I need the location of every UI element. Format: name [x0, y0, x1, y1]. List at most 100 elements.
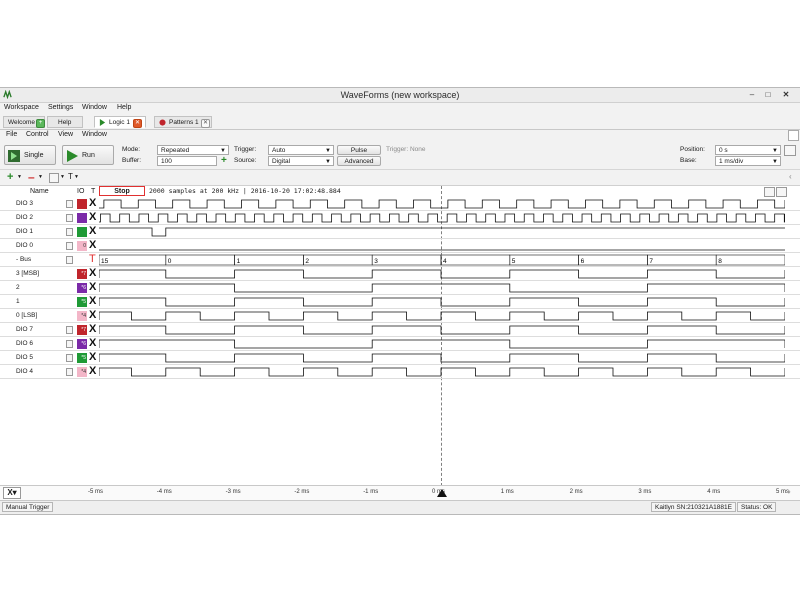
io-pin-indicator[interactable]: *6 [77, 339, 87, 349]
tab-help[interactable]: Help [47, 116, 83, 128]
io-pin-indicator[interactable]: *7 [77, 269, 87, 279]
single-button[interactable]: Single [4, 145, 56, 165]
trigger-condition-toggle[interactable]: X [89, 281, 96, 293]
menu-view[interactable]: View [58, 131, 73, 138]
trigger-condition-toggle[interactable]: X [89, 351, 96, 363]
tab-close-icon[interactable]: ✕ [133, 119, 142, 128]
run-button[interactable]: Run [62, 145, 114, 165]
trigger-position-marker[interactable] [437, 489, 447, 497]
channel-name: DIO 3 [16, 200, 33, 207]
device-info[interactable]: Kaitlyn SN:210321A1881E [651, 502, 736, 512]
trigger-condition-toggle[interactable]: X [89, 295, 96, 307]
settings-icon[interactable] [776, 187, 787, 197]
chevron-down-icon[interactable]: ▼ [17, 174, 22, 180]
maximize-icon[interactable]: □ [760, 89, 776, 101]
settings-icon[interactable] [784, 145, 796, 156]
base-select[interactable]: 1 ms/div ▼ [715, 156, 781, 166]
add-channel-icon[interactable]: + [7, 171, 13, 183]
chevron-down-icon[interactable]: ▼ [38, 174, 43, 180]
advanced-button[interactable]: Advanced [337, 156, 381, 166]
io-pin-indicator[interactable]: *4 [77, 311, 87, 321]
channel-name: DIO 7 [16, 326, 33, 333]
buffer-input[interactable]: 100 [157, 156, 217, 166]
bus-value-label: 2 [305, 258, 309, 265]
trigger-condition-toggle[interactable]: X [89, 309, 96, 321]
chevron-left-icon[interactable]: ‹ [789, 172, 792, 181]
tab-welcome[interactable]: Welcome + [3, 116, 45, 128]
edit-icon[interactable] [66, 326, 73, 334]
io-pin-indicator[interactable]: 0 [77, 241, 87, 251]
edit-icon[interactable] [66, 228, 73, 236]
tab-welcome-label: Welcome [8, 119, 35, 126]
trigger-condition-toggle[interactable]: T [89, 253, 96, 265]
edit-icon[interactable] [66, 256, 73, 264]
menu-window[interactable]: Window [82, 104, 107, 111]
logic-plot-area: Name IO T Stop 2000 samples at 200 kHz |… [0, 185, 800, 486]
trigger-label: Trigger: [234, 146, 257, 153]
edit-icon[interactable] [66, 214, 73, 222]
trigger-condition-toggle[interactable]: X [89, 239, 96, 251]
channel-name: DIO 5 [16, 354, 33, 361]
trigger-menu-icon[interactable]: T [68, 172, 73, 181]
menu-control[interactable]: Control [26, 131, 49, 138]
edit-icon[interactable] [66, 354, 73, 362]
edit-icon[interactable] [66, 200, 73, 208]
trigger-condition-toggle[interactable]: X [89, 267, 96, 279]
io-pin-indicator[interactable]: *5 [77, 353, 87, 363]
chevron-right-icon[interactable]: › [788, 487, 791, 496]
channel-name: DIO 0 [16, 242, 33, 249]
trigger-condition-toggle[interactable]: X [89, 211, 96, 223]
tab-logic-1[interactable]: Logic 1 ✕ [94, 116, 146, 128]
trigger-condition-toggle[interactable]: X [89, 197, 96, 209]
minimize-icon[interactable]: – [744, 89, 760, 101]
edit-icon[interactable] [66, 368, 73, 376]
base-label: Base: [680, 157, 697, 164]
channel-waveform [99, 269, 785, 279]
tab-patterns-1[interactable]: Patterns 1 ✕ [154, 116, 212, 128]
menu-settings[interactable]: Settings [48, 104, 73, 111]
add-buffer-icon[interactable]: + [221, 155, 227, 166]
channel-waveform [99, 367, 785, 377]
io-pin-indicator[interactable] [77, 199, 87, 209]
trigger-condition-toggle[interactable]: X [89, 365, 96, 377]
stop-button[interactable]: Stop [99, 186, 145, 196]
io-pin-indicator[interactable] [77, 227, 87, 237]
tab-close-icon[interactable]: ✕ [201, 119, 210, 128]
buffer-value: 100 [161, 158, 172, 165]
axis-x-icon[interactable]: X▾ [3, 487, 21, 499]
io-pin-indicator[interactable]: *7 [77, 325, 87, 335]
manual-trigger-button[interactable]: Manual Trigger [2, 502, 54, 512]
source-select[interactable]: Digital ▼ [268, 156, 334, 166]
remove-channel-icon[interactable]: – [28, 170, 35, 184]
menu-workspace[interactable]: Workspace [4, 104, 39, 111]
add-icon[interactable]: + [36, 119, 45, 128]
io-pin-indicator[interactable]: *4 [77, 367, 87, 377]
menu-help[interactable]: Help [117, 104, 131, 111]
chevron-down-icon[interactable]: ▼ [60, 174, 65, 180]
play-icon [99, 119, 106, 126]
edit-icon[interactable] [66, 340, 73, 348]
trigger-condition-toggle[interactable]: X [89, 225, 96, 237]
trigger-select[interactable]: Auto ▼ [268, 145, 334, 155]
pulse-button[interactable]: Pulse [337, 145, 381, 155]
channel-toolbar: + ▼ – ▼ ▼ T ▼ ‹ [0, 170, 800, 185]
bus-segment [371, 254, 442, 266]
trigger-condition-toggle[interactable]: X [89, 337, 96, 349]
trigger-condition-toggle[interactable]: X [89, 323, 96, 335]
chevron-down-icon[interactable]: ▼ [74, 174, 79, 180]
position-value: 0 s [719, 147, 728, 154]
trigger-column-header: T [91, 188, 96, 195]
io-pin-indicator[interactable]: *5 [77, 297, 87, 307]
edit-icon[interactable] [66, 242, 73, 250]
mode-select[interactable]: Repeated ▼ [157, 145, 229, 155]
edit-icon[interactable] [49, 173, 59, 183]
menu-file[interactable]: File [6, 131, 17, 138]
io-pin-indicator[interactable]: *6 [77, 283, 87, 293]
export-icon[interactable] [764, 187, 775, 197]
time-tick-label: -2 ms [294, 489, 310, 495]
panel-icon[interactable] [788, 130, 799, 141]
menu-window-sub[interactable]: Window [82, 131, 107, 138]
close-icon[interactable]: ✕ [778, 89, 794, 101]
position-input[interactable]: 0 s ▼ [715, 145, 781, 155]
io-pin-indicator[interactable] [77, 213, 87, 223]
